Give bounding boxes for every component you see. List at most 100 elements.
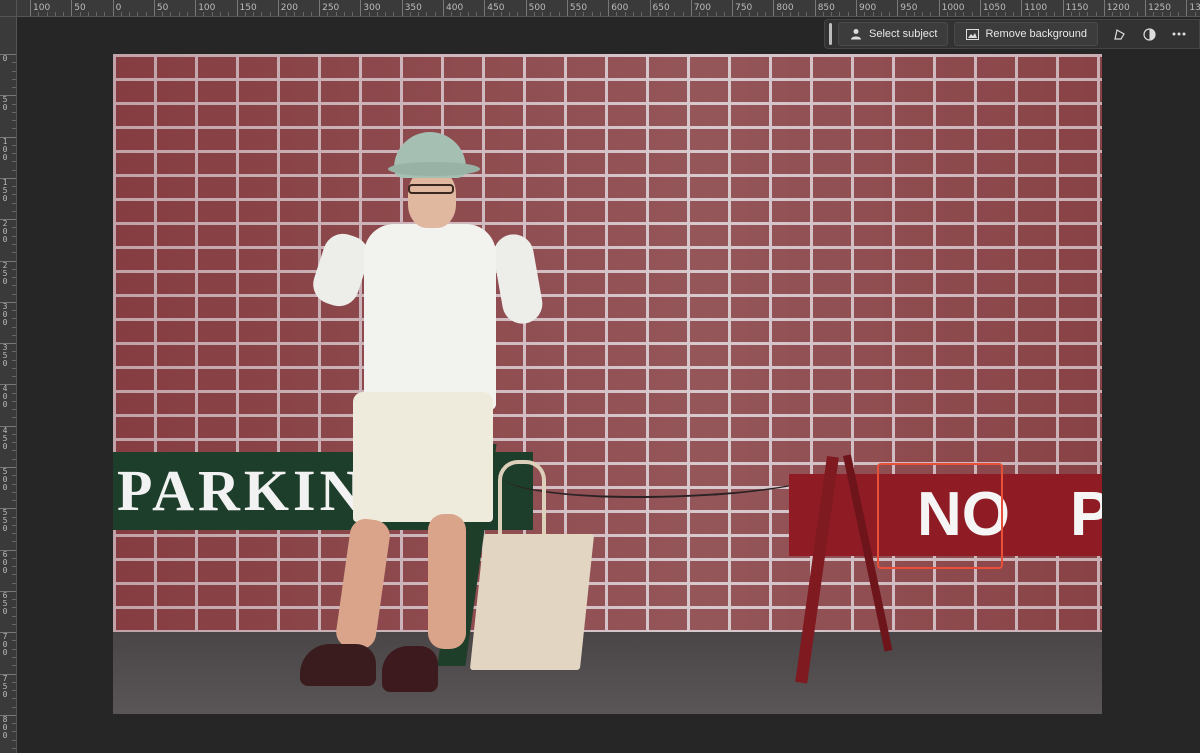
ruler-minor-tick bbox=[12, 433, 16, 435]
selection-box[interactable] bbox=[877, 463, 1003, 569]
ruler-minor-tick bbox=[831, 12, 833, 16]
ruler-minor-tick bbox=[930, 12, 932, 16]
ruler-minor-tick bbox=[12, 268, 16, 270]
ruler-minor-tick bbox=[12, 450, 16, 452]
ruler-minor-tick bbox=[1136, 12, 1138, 16]
ruler-minor-tick bbox=[699, 12, 701, 16]
ruler-minor-tick bbox=[253, 12, 255, 16]
ruler-minor-tick bbox=[12, 541, 16, 543]
ruler-minor-tick bbox=[542, 12, 544, 16]
ruler-minor-tick bbox=[12, 252, 16, 254]
ruler-minor-tick bbox=[740, 12, 742, 16]
ruler-tick-label: 1150 bbox=[1062, 0, 1088, 16]
person-subject bbox=[298, 124, 558, 704]
ruler-minor-tick bbox=[335, 12, 337, 16]
pavement bbox=[113, 632, 1102, 714]
ruler-minor-tick bbox=[261, 12, 263, 16]
ruler-minor-tick bbox=[12, 640, 16, 642]
remove-background-button[interactable]: Remove background bbox=[954, 22, 1098, 46]
ruler-tick-label: 1000 bbox=[938, 0, 965, 16]
ruler-minor-tick bbox=[87, 12, 89, 16]
ruler-tick-label: 150 bbox=[0, 177, 16, 203]
ruler-minor-tick bbox=[467, 12, 469, 16]
ruler-minor-tick bbox=[12, 739, 16, 741]
ruler-minor-tick bbox=[12, 417, 16, 419]
ruler-minor-tick bbox=[12, 599, 16, 601]
ruler-minor-tick bbox=[12, 442, 16, 444]
document-canvas[interactable]: PARKIN NO P bbox=[113, 54, 1102, 714]
ruler-minor-tick bbox=[666, 12, 668, 16]
ruler-minor-tick bbox=[12, 681, 16, 683]
transform-button[interactable] bbox=[1104, 22, 1134, 46]
ruler-minor-tick bbox=[1153, 12, 1155, 16]
ruler-minor-tick bbox=[12, 706, 16, 708]
ruler-tick-label: 1200 bbox=[1103, 0, 1130, 16]
ruler-minor-tick bbox=[781, 12, 783, 16]
ruler-minor-tick bbox=[12, 87, 16, 89]
ruler-minor-tick bbox=[12, 293, 16, 295]
ruler-minor-tick bbox=[12, 409, 16, 411]
ruler-minor-tick bbox=[1054, 12, 1056, 16]
ruler-minor-tick bbox=[46, 12, 48, 16]
ruler-minor-tick bbox=[632, 12, 634, 16]
ruler-minor-tick bbox=[286, 12, 288, 16]
ruler-minor-tick bbox=[12, 235, 16, 237]
ruler-minor-tick bbox=[12, 524, 16, 526]
ruler-tick-label: 50 bbox=[153, 0, 168, 16]
ruler-minor-tick bbox=[1029, 12, 1031, 16]
ruler-minor-tick bbox=[550, 12, 552, 16]
ruler-minor-tick bbox=[170, 12, 172, 16]
ruler-minor-tick bbox=[12, 186, 16, 188]
ruler-minor-tick bbox=[228, 12, 230, 16]
ruler-tick-label: 600 bbox=[0, 549, 16, 575]
drag-handle[interactable] bbox=[829, 23, 832, 45]
no-parking-sign-text-2: P bbox=[1070, 480, 1102, 549]
vertical-ruler[interactable]: 0 50 100 150 200 250 300 350 400 450 500 550 600 650 7… bbox=[0, 17, 17, 753]
ruler-minor-tick bbox=[12, 458, 16, 460]
ruler-minor-tick bbox=[269, 12, 271, 16]
ruler-minor-tick bbox=[922, 12, 924, 16]
ruler-minor-tick bbox=[12, 516, 16, 518]
ruler-minor-tick bbox=[12, 78, 16, 80]
ruler-minor-tick bbox=[12, 491, 16, 493]
half-circle-icon bbox=[1142, 27, 1156, 41]
ruler-minor-tick bbox=[409, 12, 411, 16]
ruler-minor-tick bbox=[12, 665, 16, 667]
ruler-minor-tick bbox=[583, 12, 585, 16]
ruler-minor-tick bbox=[12, 656, 16, 658]
ruler-minor-tick bbox=[12, 747, 16, 749]
ruler-minor-tick bbox=[765, 12, 767, 16]
adjustment-button[interactable] bbox=[1134, 22, 1164, 46]
ruler-minor-tick bbox=[905, 12, 907, 16]
ruler-tick-label: 550 bbox=[0, 508, 16, 533]
ruler-minor-tick bbox=[500, 12, 502, 16]
select-subject-button[interactable]: Select subject bbox=[838, 22, 949, 46]
ruler-minor-tick bbox=[12, 202, 16, 204]
ruler-tick-label: 300 bbox=[0, 301, 16, 327]
ruler-tick-label: 1250 bbox=[1145, 0, 1171, 16]
ruler-minor-tick bbox=[1169, 12, 1171, 16]
ruler-minor-tick bbox=[302, 12, 304, 16]
ruler-tick-label: 1050 bbox=[979, 0, 1006, 16]
glasses bbox=[408, 184, 454, 194]
ruler-minor-tick bbox=[872, 12, 874, 16]
ruler-minor-tick bbox=[54, 12, 56, 16]
more-icon bbox=[1172, 27, 1186, 41]
ruler-minor-tick bbox=[12, 359, 16, 361]
right-shoe bbox=[382, 646, 438, 692]
ruler-minor-tick bbox=[822, 12, 824, 16]
ruler-minor-tick bbox=[12, 500, 16, 502]
hat-brim bbox=[388, 162, 480, 176]
ruler-tick-label: 500 bbox=[0, 467, 16, 492]
ruler-minor-tick bbox=[459, 12, 461, 16]
ruler-minor-tick bbox=[707, 12, 709, 16]
more-options-button[interactable] bbox=[1164, 22, 1194, 46]
horizontal-ruler[interactable]: 100 50 0 50 100 150 200 250 300 350 400 450 500 550 60… bbox=[0, 0, 1200, 17]
shorts bbox=[353, 392, 493, 522]
ruler-minor-tick bbox=[12, 557, 16, 559]
ruler-minor-tick bbox=[591, 12, 593, 16]
ruler-minor-tick bbox=[1037, 12, 1039, 16]
ruler-minor-tick bbox=[244, 12, 246, 16]
ruler-minor-tick bbox=[12, 648, 16, 650]
transform-icon bbox=[1112, 27, 1126, 41]
